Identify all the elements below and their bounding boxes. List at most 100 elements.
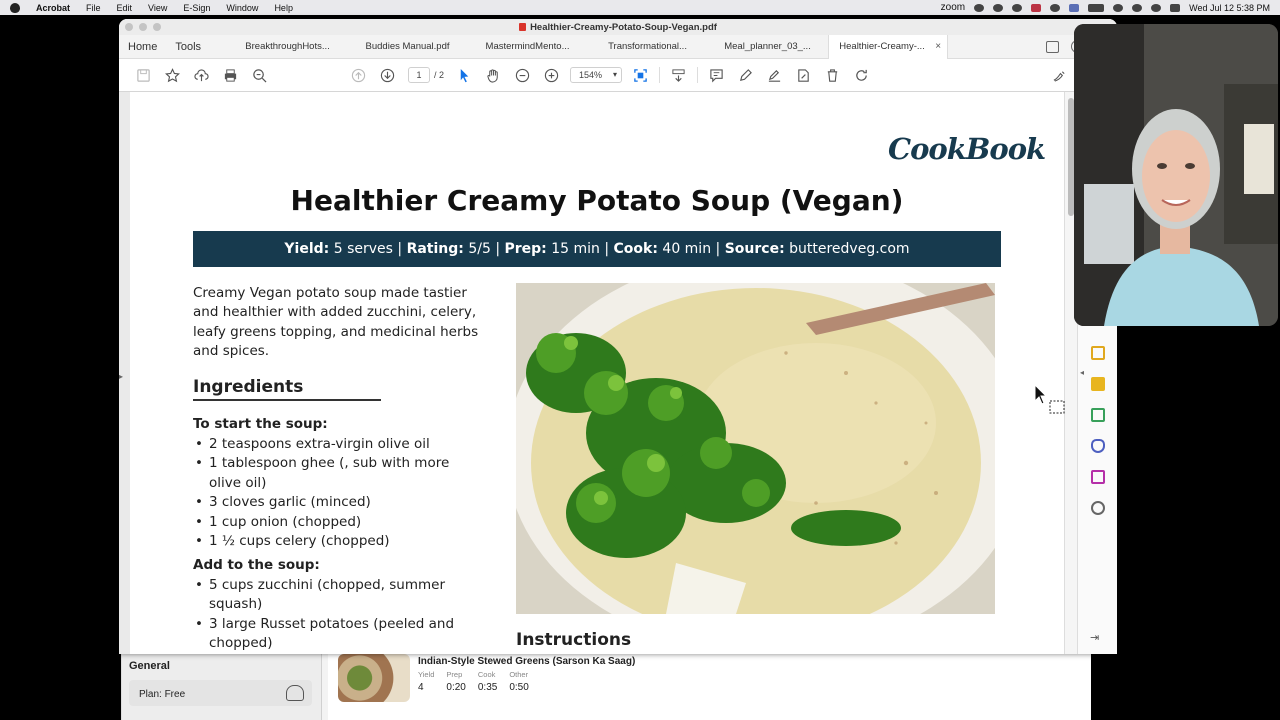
page-fit-button[interactable]: [626, 64, 655, 86]
battery-icon[interactable]: [1088, 3, 1105, 12]
doc-tab-breakthrough[interactable]: BreakthroughHots...: [228, 35, 348, 59]
plan-item[interactable]: Plan: Free: [129, 680, 312, 706]
create-pdf-icon[interactable]: [1091, 346, 1105, 360]
save-button[interactable]: [129, 64, 158, 86]
hand-tool-button[interactable]: [479, 64, 508, 86]
zoom-out-button[interactable]: [508, 64, 537, 86]
page-number-input[interactable]: 1: [408, 67, 430, 83]
prep-value: 15 min: [551, 241, 600, 257]
sign-button[interactable]: [1045, 64, 1074, 86]
draw-button[interactable]: [760, 64, 789, 86]
doc-tab-meal-planner[interactable]: Meal_planner_03_...: [708, 35, 828, 59]
prep-label: Prep:: [504, 241, 547, 257]
doc-tab-buddies[interactable]: Buddies Manual.pdf: [348, 35, 468, 59]
control-center-icon[interactable]: [1170, 3, 1181, 12]
recipe-thumbnail[interactable]: [338, 654, 410, 702]
prev-page-button[interactable]: [344, 64, 373, 86]
upload-button[interactable]: [187, 64, 216, 86]
edit-button[interactable]: [789, 64, 818, 86]
rotate-button[interactable]: [847, 64, 876, 86]
soup-photo: [516, 283, 995, 614]
comment-button[interactable]: [702, 64, 731, 86]
trash-icon: [827, 68, 838, 82]
search-icon[interactable]: [1151, 3, 1162, 12]
meta-prep: Prep 0:20: [446, 670, 465, 693]
record-icon[interactable]: [993, 3, 1004, 12]
arrow-down-circle-icon: [380, 68, 395, 82]
status-area: zoom Wed Jul 12 5:38 PM: [941, 2, 1270, 13]
instructions-heading: Instructions: [516, 630, 632, 650]
clock-icon[interactable]: [1132, 3, 1143, 12]
datetime[interactable]: Wed Jul 12 5:38 PM: [1189, 3, 1270, 13]
left-panel-toggle-icon[interactable]: ▸: [119, 372, 123, 381]
cook-value: 40 min: [662, 241, 712, 257]
rail-collapse-icon[interactable]: ◂: [1080, 368, 1084, 377]
info-separator: |: [715, 241, 721, 257]
highlight-button[interactable]: [731, 64, 760, 86]
home-tab[interactable]: Home: [119, 41, 166, 53]
app-status-icon[interactable]: [1031, 3, 1042, 12]
comment-tool-icon[interactable]: [1091, 377, 1105, 391]
menu-esign[interactable]: E-Sign: [183, 3, 210, 13]
yield-value: 5 serves: [333, 241, 393, 257]
zoom-in-button[interactable]: [537, 64, 566, 86]
menu-edit[interactable]: Edit: [117, 3, 133, 13]
zoom-window-button[interactable]: [153, 23, 161, 31]
doc-tab-mastermind[interactable]: MastermindMento...: [468, 35, 588, 59]
meta-value: 0:50: [509, 682, 529, 693]
minimize-window-button[interactable]: [139, 23, 147, 31]
close-tab-icon[interactable]: ×: [935, 35, 941, 59]
expand-panel-icon[interactable]: ⇥: [1090, 631, 1099, 644]
flag-icon[interactable]: [1069, 3, 1080, 12]
zoom-search-button[interactable]: [245, 64, 274, 86]
source-value[interactable]: butteredveg.com: [789, 241, 909, 257]
list-item: 3 cloves garlic (minced): [193, 493, 483, 513]
print-button[interactable]: [216, 64, 245, 86]
ingredients-heading: Ingredients: [193, 377, 304, 397]
menu-view[interactable]: View: [148, 3, 167, 13]
fit-page-icon: [634, 68, 647, 82]
play-icon[interactable]: [1050, 3, 1061, 12]
apple-icon[interactable]: [10, 2, 20, 13]
share-screen-icon[interactable]: [1046, 40, 1059, 53]
arrow-up-circle-icon: [351, 68, 366, 82]
next-page-button[interactable]: [373, 64, 402, 86]
status-icon[interactable]: [974, 3, 985, 12]
page-total: / 2: [434, 70, 445, 80]
toolbar-separator: [697, 67, 699, 83]
menu-app-name[interactable]: Acrobat: [36, 3, 70, 13]
select-tool-button[interactable]: [450, 64, 479, 86]
zoom-status-item[interactable]: zoom: [941, 2, 965, 13]
acrobat-window: Healthier-Creamy-Potato-Soup-Vegan.pdf H…: [119, 19, 1117, 654]
meal-planner-sidebar: General Plan: Free: [122, 650, 322, 720]
wifi-icon[interactable]: [1113, 3, 1124, 12]
organize-pages-icon[interactable]: [1091, 470, 1105, 484]
zoom-select[interactable]: 154%: [570, 67, 623, 83]
menu-file[interactable]: File: [86, 3, 101, 13]
menu-window[interactable]: Window: [226, 3, 258, 13]
close-window-button[interactable]: [125, 23, 133, 31]
menu-help[interactable]: Help: [274, 3, 293, 13]
scroll-mode-button[interactable]: [664, 64, 693, 86]
info-separator: |: [397, 241, 403, 257]
recipe-info-bar: Yield: 5 serves | Rating: 5/5 | Prep: 15…: [193, 231, 1001, 267]
meta-label: Prep: [446, 670, 463, 679]
title-bar: Healthier-Creamy-Potato-Soup-Vegan.pdf: [119, 19, 1117, 35]
menu-bar: Acrobat File Edit View E-Sign Window Hel…: [0, 0, 1280, 15]
doc-tab-transformational[interactable]: Transformational...: [588, 35, 708, 59]
bookmark-button[interactable]: [158, 64, 187, 86]
cook-label: Cook:: [613, 241, 658, 257]
delete-button[interactable]: [818, 64, 847, 86]
heading-underline: [193, 399, 381, 401]
scan-icon[interactable]: [1091, 408, 1105, 422]
presenter-video: [1074, 24, 1278, 326]
section-add-soup: Add to the soup:: [193, 557, 320, 573]
tools-tab[interactable]: Tools: [166, 41, 210, 53]
star-icon: [165, 67, 180, 82]
document-viewport[interactable]: ▸ CookBook Healthier Creamy Potato Soup …: [119, 92, 1077, 654]
doc-tab-potato-soup[interactable]: Healthier-Creamy-... ×: [828, 34, 949, 59]
more-tools-icon[interactable]: [1091, 501, 1105, 515]
protect-icon[interactable]: [1091, 439, 1105, 453]
shield-icon[interactable]: [1012, 3, 1023, 12]
recipe-title[interactable]: Indian-Style Stewed Greens (Sarson Ka Sa…: [418, 656, 635, 667]
